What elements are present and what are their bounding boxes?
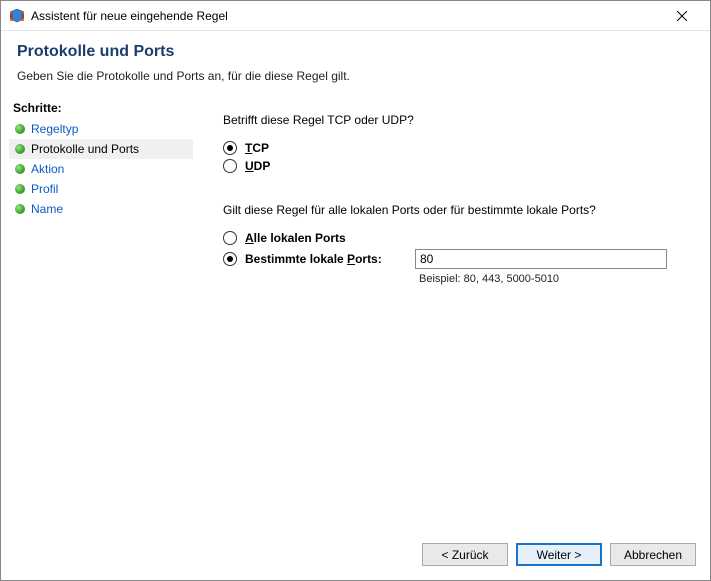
cancel-button[interactable]: Abbrechen (610, 543, 696, 566)
radio-tcp-label: TCP (245, 141, 269, 155)
page-subtitle: Geben Sie die Protokolle und Ports an, f… (17, 69, 694, 83)
back-button[interactable]: < Zurück (422, 543, 508, 566)
radio-icon (223, 231, 237, 245)
radio-udp[interactable]: UDP (223, 159, 680, 173)
port-question: Gilt diese Regel für alle lokalen Ports … (223, 203, 680, 217)
port-example-text: Beispiel: 80, 443, 5000-5010 (419, 273, 680, 285)
firewall-icon (9, 8, 25, 24)
next-button[interactable]: Weiter > (516, 543, 602, 566)
bullet-icon (15, 144, 25, 154)
wizard-content: Betrifft diese Regel TCP oder UDP? TCP U… (193, 93, 710, 523)
radio-all-ports-label: Alle lokalen Ports (245, 231, 415, 245)
page-title: Protokolle und Ports (17, 43, 694, 61)
radio-specific-ports[interactable]: Bestimmte lokale Ports: (223, 249, 680, 269)
step-label: Regeltyp (31, 122, 78, 136)
close-icon (677, 11, 687, 21)
step-label: Name (31, 202, 63, 216)
radio-udp-label: UDP (245, 159, 270, 173)
wizard-buttons: < Zurück Weiter > Abbrechen (422, 543, 696, 566)
radio-icon (223, 252, 237, 266)
window-title: Assistent für neue eingehende Regel (31, 9, 662, 23)
radio-tcp[interactable]: TCP (223, 141, 680, 155)
step-profile[interactable]: Profil (9, 179, 193, 199)
wizard-header: Protokolle und Ports Geben Sie die Proto… (1, 31, 710, 93)
step-action[interactable]: Aktion (9, 159, 193, 179)
step-label: Profil (31, 182, 58, 196)
close-button[interactable] (662, 2, 702, 30)
bullet-icon (15, 164, 25, 174)
step-ruletype[interactable]: Regeltyp (9, 119, 193, 139)
specific-ports-input[interactable] (415, 249, 667, 269)
step-label: Protokolle und Ports (31, 142, 139, 156)
radio-icon (223, 159, 237, 173)
bullet-icon (15, 204, 25, 214)
bullet-icon (15, 124, 25, 134)
step-label: Aktion (31, 162, 64, 176)
radio-specific-ports-label: Bestimmte lokale Ports: (245, 252, 415, 266)
radio-all-ports[interactable]: Alle lokalen Ports (223, 231, 680, 245)
steps-sidebar: Schritte: Regeltyp Protokolle und Ports … (1, 93, 193, 523)
steps-heading: Schritte: (9, 99, 193, 119)
radio-icon (223, 141, 237, 155)
title-bar: Assistent für neue eingehende Regel (1, 1, 710, 31)
bullet-icon (15, 184, 25, 194)
step-name[interactable]: Name (9, 199, 193, 219)
protocol-question: Betrifft diese Regel TCP oder UDP? (223, 113, 680, 127)
step-protocols-ports[interactable]: Protokolle und Ports (9, 139, 193, 159)
